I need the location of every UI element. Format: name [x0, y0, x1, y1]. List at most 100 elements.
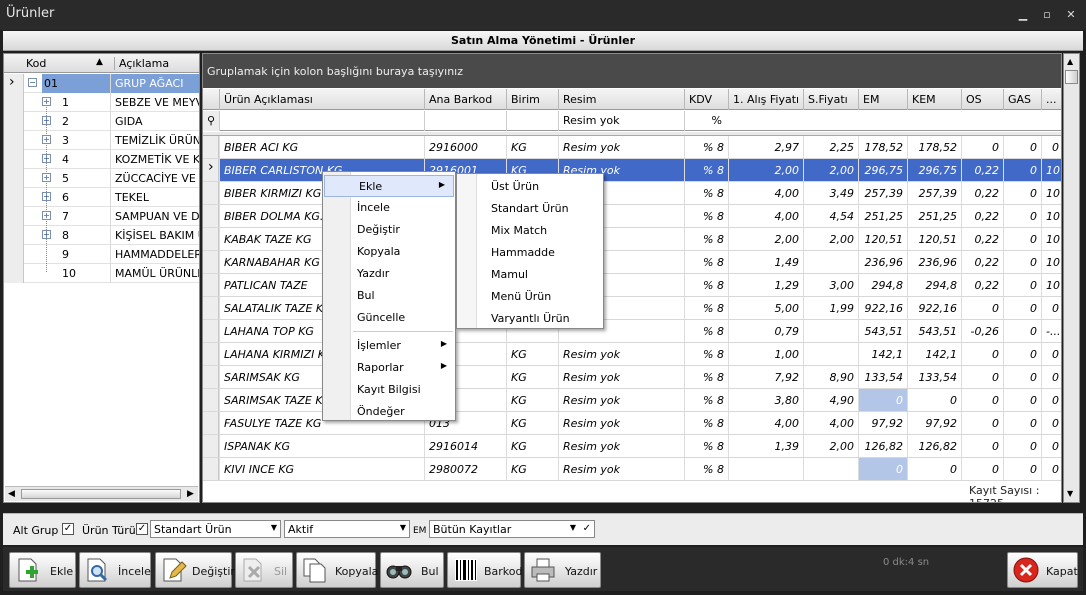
tree-row[interactable]: +7SAMPUAN VE DUŞ JELİ — [4, 207, 199, 226]
cell-barcode: 2916014 — [424, 435, 506, 457]
scroll-thumb[interactable] — [1065, 70, 1078, 84]
tree-row[interactable]: +2 GIDA — [4, 112, 199, 131]
submenu-item[interactable]: Menü Ürün — [457, 286, 603, 308]
column-header[interactable]: GAS — [1003, 89, 1041, 110]
tree-row[interactable]: 9 HAMMADDELER — [4, 245, 199, 264]
tree-hscroll[interactable]: ◀ ▶ — [5, 486, 198, 501]
group-panel[interactable]: Gruplamak için kolon başlığını buraya ta… — [203, 54, 1061, 88]
menu-item[interactable]: Güncelle — [323, 307, 455, 329]
row-indicator — [4, 169, 24, 188]
delete-button[interactable]: Sil — [235, 552, 293, 588]
tree-row[interactable]: +8KİŞİSEL BAKIM Ü... — [4, 226, 199, 245]
cell-sell — [803, 251, 858, 273]
cell-os: 0,22 — [961, 274, 1003, 296]
records-select[interactable]: Bütün Kayıtlar ▼ ✓ — [429, 520, 595, 538]
menu-item[interactable]: Öndeğer — [323, 401, 455, 423]
tree-row[interactable]: +6 TEKEL — [4, 188, 199, 207]
submenu-item[interactable]: Mix Match — [457, 220, 603, 242]
column-header[interactable]: KDV — [684, 89, 728, 110]
filter-kdv[interactable]: % — [684, 111, 728, 131]
filter-cell[interactable] — [219, 111, 424, 131]
column-header[interactable]: KEM — [907, 89, 961, 110]
cell-gas: 0 — [1003, 366, 1041, 388]
scroll-left-icon[interactable]: ◀ — [8, 489, 15, 499]
tree-row[interactable]: +1SEBZE VE MEYVELER — [4, 93, 199, 112]
copy-button[interactable]: Kopyala — [296, 552, 378, 588]
status-select[interactable]: Aktif ▼ — [284, 520, 410, 538]
submenu-item[interactable]: Hammadde — [457, 242, 603, 264]
filter-cell[interactable] — [424, 111, 506, 131]
column-header[interactable]: ... — [1041, 89, 1061, 110]
tree-row[interactable]: › −01 GRUP AĞACI — [4, 74, 199, 93]
table-row[interactable]: ISPANAK KG 2916014 KG Resim yok% 8 1,39 2,00 1… — [203, 435, 1061, 458]
tree-row[interactable]: 10 MAMÜL ÜRÜNLER — [4, 264, 199, 283]
table-row[interactable]: KIVI INCE KG 2980072 KG Resim yok% 800000 — [203, 458, 1061, 481]
menu-item-label: Ekle — [359, 180, 383, 193]
find-button[interactable]: Bul — [380, 552, 444, 588]
menu-item[interactable]: Ekle ▶ — [324, 175, 454, 197]
tree-connector — [46, 100, 47, 272]
maximize-icon[interactable]: ▫ — [1040, 8, 1054, 22]
submenu-item[interactable]: Üst Ürün — [457, 176, 603, 198]
print-button[interactable]: Yazdır — [524, 552, 601, 588]
collapse-icon[interactable]: − — [28, 78, 37, 87]
tree-row[interactable]: +5ZÜCCACİYE VE HIRDAVAT — [4, 169, 199, 188]
edit-button[interactable]: Değiştir — [155, 552, 235, 588]
table-row[interactable]: BIBER ACI KG 2916000 KG Resim yok% 8 2,97 2,2… — [203, 136, 1061, 159]
filter-resim[interactable]: Resim yok — [558, 111, 684, 131]
column-header[interactable]: 1. Alış Fiyatı — [728, 89, 803, 110]
filter-cell[interactable] — [506, 111, 558, 131]
submenu-item[interactable]: Mamul — [457, 264, 603, 286]
check-icon[interactable]: ✓ — [583, 523, 591, 534]
cell-buy: 1,39 — [728, 435, 803, 457]
column-header[interactable]: EM — [858, 89, 907, 110]
cell-x: 0 — [1041, 343, 1061, 365]
menu-item[interactable]: Kayıt Bilgisi — [323, 379, 455, 401]
tree-col-desc[interactable]: Açıklama — [114, 57, 169, 70]
cell-sell: 3,00 — [803, 274, 858, 296]
menu-item[interactable]: İncele — [323, 197, 455, 219]
menu-item[interactable]: Kopyala — [323, 241, 455, 263]
cell-os: 0 — [961, 366, 1003, 388]
alt-grup-checkbox[interactable]: ✓ — [62, 523, 74, 535]
scroll-down-icon[interactable]: ▼ — [1067, 489, 1073, 498]
add-button[interactable]: Ekle — [9, 552, 76, 588]
cell-kdv: % 8 — [684, 435, 728, 457]
column-header[interactable]: Ürün Açıklaması — [219, 89, 424, 110]
scroll-right-icon[interactable]: ▶ — [187, 489, 194, 499]
grid-vscroll[interactable]: ▲ ▼ — [1063, 53, 1080, 503]
menu-item[interactable]: Yazdır — [323, 263, 455, 285]
menu-item[interactable]: Bul — [323, 285, 455, 307]
barcode-button[interactable]: Barkod — [447, 552, 523, 588]
column-header[interactable]: Resim — [558, 89, 684, 110]
column-header[interactable]: Birim — [506, 89, 558, 110]
delete-label: Sil — [274, 565, 288, 578]
cell-gas: 0 — [1003, 343, 1041, 365]
minimize-icon[interactable]: ▁ — [1016, 8, 1030, 22]
column-header[interactable]: S.Fiyatı — [803, 89, 858, 110]
cell-buy: 4,00 — [728, 182, 803, 204]
column-header[interactable]: OS — [961, 89, 1003, 110]
row-indicator: › — [203, 159, 219, 181]
menu-item[interactable]: İşlemler ▶ — [323, 335, 455, 357]
urun-turu-select[interactable]: Standart Ürün ▼ — [150, 520, 281, 538]
submenu-item[interactable]: Standart Ürün — [457, 198, 603, 220]
submenu-item[interactable]: Varyantlı Ürün — [457, 308, 603, 330]
cell-x: 0 — [1041, 136, 1061, 158]
scroll-up-icon[interactable]: ▲ — [1067, 57, 1073, 66]
close-button[interactable]: Kapat — [1007, 552, 1078, 588]
cell-buy: 7,92 — [728, 366, 803, 388]
menu-item[interactable]: Raporlar ▶ — [323, 357, 455, 379]
tree-row[interactable]: +3TEMİZLİK ÜRÜNLERİ — [4, 131, 199, 150]
cell-em: 97,92 — [858, 412, 907, 434]
menu-item-label: Raporlar — [357, 361, 404, 374]
inspect-button[interactable]: İncele — [79, 552, 151, 588]
urun-turu-checkbox[interactable]: ✓ — [136, 523, 148, 535]
close-icon[interactable]: ✕ — [1064, 8, 1078, 22]
tree-row[interactable]: +4KOZMETİK VE KİŞİSEL — [4, 150, 199, 169]
column-header[interactable]: Ana Barkod — [424, 89, 506, 110]
filter-row[interactable]: ⚲ Resim yok % — [203, 111, 1061, 131]
cell-kem: 0 — [907, 458, 961, 480]
scroll-thumb[interactable] — [21, 489, 181, 499]
menu-item[interactable]: Değiştir — [323, 219, 455, 241]
